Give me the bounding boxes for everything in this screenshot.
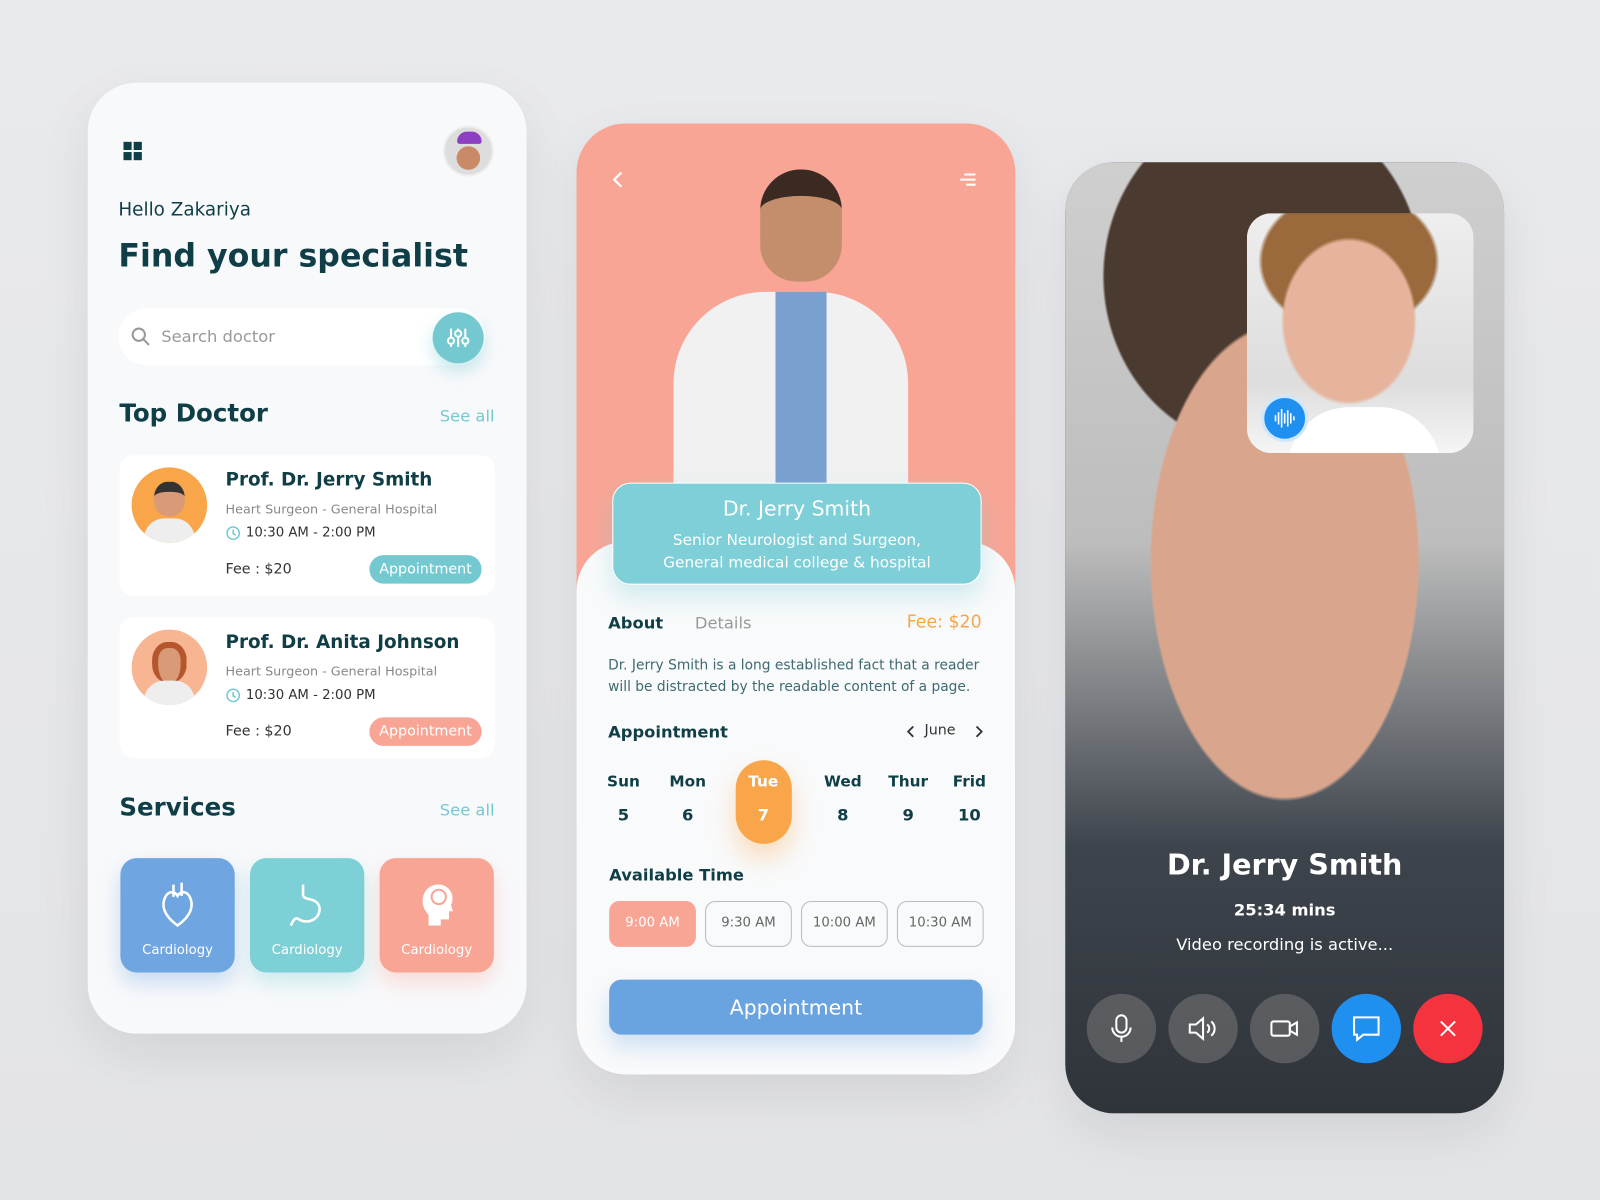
doctor-name: Prof. Dr. Jerry Smith: [225, 469, 433, 491]
service-neurology[interactable]: Cardiology: [379, 858, 494, 973]
next-month-icon[interactable]: [972, 724, 984, 738]
menu-lines-icon[interactable]: [958, 172, 976, 186]
doctor-info-banner: Dr. Jerry Smith Senior Neurologist and S…: [612, 482, 982, 585]
day-date: 9: [902, 805, 914, 825]
back-chevron-icon[interactable]: [611, 169, 625, 189]
doctor-avatar: [131, 629, 208, 706]
doctor-specialty: Heart Surgeon - General Hospital: [225, 663, 438, 679]
about-text: Dr. Jerry Smith is a long established fa…: [608, 657, 980, 695]
appointment-button[interactable]: Appointment: [369, 555, 482, 584]
service-label: Cardiology: [142, 942, 214, 959]
clock-icon: [226, 526, 241, 541]
greeting: Hello Zakariya: [118, 198, 251, 221]
appointment-heading: Appointment: [608, 722, 728, 742]
chat-icon: [1353, 1016, 1380, 1042]
video-call-screen: Dr. Jerry Smith 25:34 mins Video recordi…: [1065, 162, 1505, 1114]
day-thur[interactable]: Thur 9: [878, 772, 939, 824]
time-slot[interactable]: 10:30 AM: [896, 901, 984, 947]
doctor-fee: Fee : $20: [225, 561, 292, 578]
audio-wave-button[interactable]: [1261, 394, 1309, 442]
doctor-hours: 10:30 AM - 2:00 PM: [245, 687, 376, 704]
time-slot[interactable]: 10:00 AM: [801, 901, 888, 947]
doctor-affiliation: General medical college & hospital: [663, 553, 931, 572]
audio-wave-icon: [1274, 409, 1295, 428]
available-time-heading: Available Time: [609, 865, 744, 885]
filter-button[interactable]: [432, 312, 484, 364]
day-name: Tue: [748, 772, 779, 791]
tab-about[interactable]: About: [608, 613, 663, 632]
tab-details[interactable]: Details: [695, 613, 752, 632]
appointment-button[interactable]: Appointment: [369, 717, 482, 746]
doctor-hours: 10:30 AM - 2:00 PM: [245, 525, 376, 541]
brain-icon: [422, 884, 454, 926]
appointment-cta-button[interactable]: Appointment: [609, 979, 983, 1035]
doctor-specialty: Heart Surgeon - General Hospital: [225, 501, 438, 517]
service-label: Cardiology: [401, 942, 473, 959]
doctor-photo: [663, 169, 918, 496]
page-title: Find your specialist: [118, 237, 468, 275]
end-call-button[interactable]: [1413, 993, 1483, 1064]
camera-button[interactable]: [1249, 993, 1320, 1064]
mute-button[interactable]: [1086, 993, 1157, 1064]
day-name: Sun: [607, 772, 640, 791]
menu-grid-icon[interactable]: [123, 141, 142, 161]
service-cardiology[interactable]: Cardiology: [120, 858, 235, 973]
day-date: 10: [958, 805, 981, 825]
day-name: Frid: [952, 772, 986, 791]
day-frid[interactable]: Frid 10: [939, 772, 1000, 824]
end-call-icon: [1440, 1020, 1456, 1037]
search-icon: [131, 327, 150, 346]
search-input[interactable]: Search doctor: [118, 308, 486, 366]
service-gastro[interactable]: Cardiology: [249, 858, 365, 973]
day-name: Thur: [888, 772, 929, 791]
avatar[interactable]: [442, 125, 494, 177]
fee-label: Fee: $20: [906, 612, 982, 633]
call-duration: 25:34 mins: [1233, 899, 1336, 920]
home-screen: Hello Zakariya Find your specialist Sear…: [87, 82, 527, 1034]
day-date: 5: [617, 805, 630, 825]
doctor-avatar: [131, 467, 208, 543]
day-date: 7: [757, 805, 769, 825]
prev-month-icon[interactable]: [905, 724, 917, 738]
microphone-icon: [1111, 1014, 1132, 1042]
doctor-card[interactable]: Prof. Dr. Jerry Smith Heart Surgeon - Ge…: [119, 455, 495, 596]
doctor-name: Dr. Jerry Smith: [722, 495, 872, 521]
top-doctor-heading: Top Doctor: [119, 398, 268, 428]
doctor-fee: Fee : $20: [225, 723, 292, 740]
top-doctor-see-all[interactable]: See all: [440, 406, 495, 425]
day-name: Wed: [824, 772, 862, 791]
service-label: Cardiology: [271, 942, 343, 959]
services-see-all[interactable]: See all: [440, 800, 495, 819]
doctor-detail-screen: Dr. Jerry Smith Senior Neurologist and S…: [576, 123, 1016, 1075]
video-camera-icon: [1270, 1020, 1298, 1037]
day-date: 6: [682, 805, 694, 825]
day-sun[interactable]: Sun 5: [593, 772, 654, 824]
doctor-card[interactable]: Prof. Dr. Anita Johnson Heart Surgeon - …: [119, 617, 495, 759]
caller-name: Dr. Jerry Smith: [1166, 847, 1403, 882]
stomach-icon: [289, 884, 321, 927]
speaker-icon: [1188, 1016, 1216, 1041]
recording-status: Video recording is active...: [1176, 934, 1394, 955]
clock-icon: [226, 688, 241, 703]
doctor-name: Prof. Dr. Anita Johnson: [225, 631, 460, 654]
speaker-button[interactable]: [1168, 993, 1238, 1064]
day-tue[interactable]: Tue 7: [733, 772, 794, 824]
day-date: 8: [837, 805, 849, 825]
chat-button[interactable]: [1331, 993, 1402, 1064]
heart-icon: [162, 882, 193, 928]
day-mon[interactable]: Mon 6: [657, 772, 718, 824]
search-placeholder: Search doctor: [161, 326, 275, 346]
time-slot-selected[interactable]: 9:00 AM: [609, 901, 696, 947]
doctor-title: Senior Neurologist and Surgeon,: [672, 530, 921, 549]
time-slot[interactable]: 9:30 AM: [705, 901, 792, 947]
services-heading: Services: [119, 792, 236, 822]
day-name: Mon: [669, 772, 707, 791]
month-label: June: [924, 722, 956, 739]
day-wed[interactable]: Wed 8: [812, 772, 873, 824]
filter-sliders-icon: [446, 328, 470, 347]
